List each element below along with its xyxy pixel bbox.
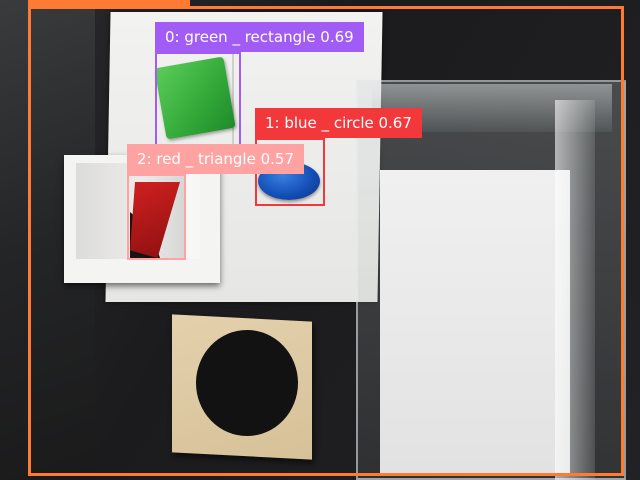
frame-box [28, 6, 624, 476]
detection-label-green-rectangle: 0: green _ rectangle 0.69 [155, 22, 364, 52]
detection-label-red-triangle: 2: red _ triangle 0.57 [127, 144, 304, 174]
camera-frame: 0: green _ rectangle 0.69 1: blue _ circ… [0, 0, 640, 480]
detection-label-blue-circle: 1: blue _ circle 0.67 [255, 108, 422, 138]
detection-box-green-rectangle [155, 52, 241, 148]
detection-box-red-triangle [127, 174, 186, 260]
